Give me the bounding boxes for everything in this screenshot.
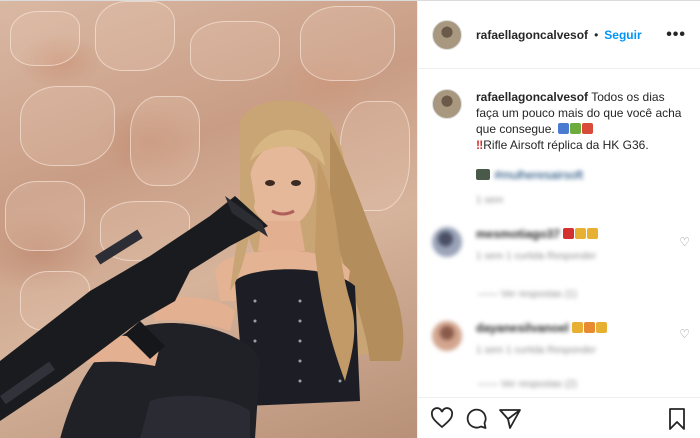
instagram-post: rafaellagoncalvesof • Seguir ••• rafaell… xyxy=(0,0,700,438)
share-icon[interactable] xyxy=(498,407,522,431)
emoji-icon xyxy=(582,123,594,134)
bookmark-icon[interactable] xyxy=(665,407,689,431)
commenter-avatar[interactable] xyxy=(432,227,462,257)
emoji-icon xyxy=(587,228,599,239)
comment-meta[interactable]: 1 sem 1 curtida Responder xyxy=(476,251,599,262)
emoji-group xyxy=(558,122,594,136)
emoji-icon xyxy=(563,228,575,239)
hashtag-row: #mulheresairsoft xyxy=(476,167,686,183)
woman-with-rifle-figure xyxy=(0,100,404,438)
post-header: rafaellagoncalvesof • Seguir ••• xyxy=(418,1,700,69)
caption-time: 1 sem xyxy=(476,195,504,206)
hashtag-link[interactable]: #mulheresairsoft xyxy=(494,168,583,182)
commenter-username[interactable]: mesmotiago37 xyxy=(476,227,560,241)
comment-item: dayanesilvanoel 1 sem 1 curtida Responde… xyxy=(432,321,692,356)
caption-line-2: Rifle Airsoft réplica da HK G36. xyxy=(483,138,649,152)
follow-button[interactable]: Seguir xyxy=(604,28,641,42)
comment-item: mesmotiago37 1 sem 1 curtida Responder xyxy=(432,227,692,262)
caption-username[interactable]: rafaellagoncalvesof xyxy=(476,90,588,104)
emoji-icon xyxy=(584,322,596,333)
emoji-icon xyxy=(575,228,587,239)
commenter-avatar[interactable] xyxy=(432,321,462,351)
action-bar xyxy=(418,397,700,438)
emoji-icon xyxy=(558,123,570,134)
heart-icon[interactable]: ♡ xyxy=(679,327,690,341)
flag-icon xyxy=(476,169,490,180)
emoji-icon xyxy=(570,123,582,134)
view-replies[interactable]: —— Ver respostas (2) xyxy=(478,379,577,390)
commenter-username[interactable]: dayanesilvanoel xyxy=(476,321,569,335)
author-username[interactable]: rafaellagoncalvesof xyxy=(476,28,588,42)
post-caption: rafaellagoncalvesof Todos os dias faça u… xyxy=(418,69,700,209)
emoji-icon xyxy=(572,322,584,333)
more-icon[interactable]: ••• xyxy=(666,26,686,44)
post-side-panel: rafaellagoncalvesof • Seguir ••• rafaell… xyxy=(417,1,700,438)
heart-icon[interactable]: ♡ xyxy=(679,235,690,249)
author-avatar[interactable] xyxy=(432,19,462,50)
emoji-icon xyxy=(596,322,608,333)
comment-meta[interactable]: 1 sem 1 curtida Responder xyxy=(476,345,608,356)
comment-icon[interactable] xyxy=(464,407,488,431)
view-replies[interactable]: —— Ver respostas (1) xyxy=(478,289,577,300)
caption-avatar[interactable] xyxy=(432,89,462,119)
post-photo[interactable] xyxy=(0,1,417,438)
separator-dot: • xyxy=(594,27,599,42)
heart-icon[interactable] xyxy=(430,406,454,431)
